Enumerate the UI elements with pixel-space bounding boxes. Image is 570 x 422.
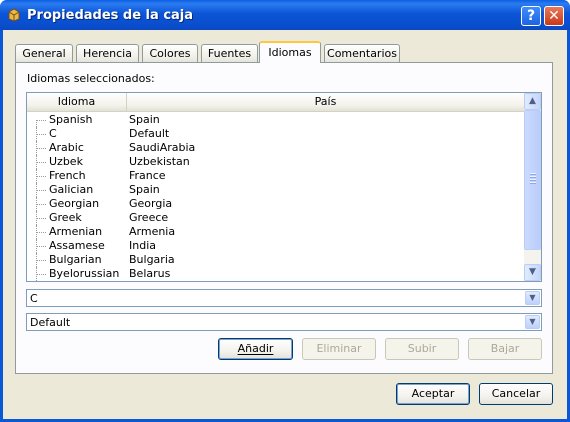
selected-languages-label: Idiomas seleccionados: xyxy=(27,72,155,85)
list-scrollbar[interactable]: ▲ ▼ xyxy=(524,93,541,281)
country-cell: Greece xyxy=(129,211,169,224)
dialog-window: Propiedades de la caja ? ✕ General Heren… xyxy=(0,0,570,422)
list-item[interactable]: Galician Spain xyxy=(27,183,524,197)
list-item[interactable]: Assamese India xyxy=(27,239,524,253)
language-cell: Bulgarian xyxy=(49,253,102,266)
scroll-up-icon[interactable]: ▲ xyxy=(524,93,541,110)
languages-list[interactable]: Idioma País Spanish Spain C Default Arabic… xyxy=(26,92,542,282)
country-combo[interactable]: Default ▼ xyxy=(26,313,542,331)
remove-button-label: Eliminar xyxy=(316,342,362,355)
country-cell: Bulgaria xyxy=(129,253,175,266)
window-title: Propiedades de la caja xyxy=(27,8,194,23)
accept-button[interactable]: Aceptar xyxy=(396,383,470,405)
list-rows: Spanish Spain C Default Arabic SaudiArabia … xyxy=(27,113,524,281)
language-cell: Armenian xyxy=(49,225,103,238)
cancel-button[interactable]: Cancelar xyxy=(479,383,553,405)
language-cell: Spanish xyxy=(49,113,93,126)
language-cell: Georgian xyxy=(49,197,100,210)
language-cell: Galician xyxy=(49,183,94,196)
list-item[interactable]: C Default xyxy=(27,127,524,141)
list-item[interactable]: Arabic SaudiArabia xyxy=(27,141,524,155)
language-cell: French xyxy=(49,169,86,182)
tab-general[interactable]: General xyxy=(15,44,73,62)
dropdown-arrow-icon[interactable]: ▼ xyxy=(525,315,540,329)
move-down-button-label: Bajar xyxy=(490,342,520,355)
list-item[interactable]: Uzbek Uzbekistan xyxy=(27,155,524,169)
scroll-down-icon[interactable]: ▼ xyxy=(524,264,541,281)
list-item[interactable]: Spanish Spain xyxy=(27,113,524,127)
country-cell: Spain xyxy=(129,113,160,126)
dialog-client-area: General Herencia Colores Fuentes Idiomas… xyxy=(3,30,567,419)
scrollbar-thumb[interactable] xyxy=(524,110,541,250)
language-cell: Byelorussian xyxy=(49,267,120,280)
list-header: Idioma País xyxy=(27,93,524,112)
tab-colores[interactable]: Colores xyxy=(142,44,198,62)
language-combo-value: C xyxy=(30,292,38,305)
list-item[interactable]: Armenian Armenia xyxy=(27,225,524,239)
list-item[interactable]: Byelorussian Belarus xyxy=(27,267,524,281)
country-cell: SaudiArabia xyxy=(129,141,196,154)
country-cell: Belarus xyxy=(129,267,171,280)
dropdown-arrow-icon[interactable]: ▼ xyxy=(525,291,540,305)
add-button[interactable]: Añadir xyxy=(218,338,293,360)
country-cell: India xyxy=(129,239,156,252)
country-cell: Spain xyxy=(129,183,160,196)
language-cell: Arabic xyxy=(49,141,84,154)
box-properties-icon xyxy=(8,8,20,22)
move-down-button[interactable]: Bajar xyxy=(468,338,542,360)
list-item[interactable]: French France xyxy=(27,169,524,183)
tab-fuentes[interactable]: Fuentes xyxy=(201,44,258,62)
country-cell: Uzbekistan xyxy=(129,155,190,168)
country-cell: France xyxy=(129,169,166,182)
column-header-language[interactable]: Idioma xyxy=(27,93,127,111)
title-bar[interactable]: Propiedades de la caja ? ✕ xyxy=(0,0,570,30)
tab-idiomas[interactable]: Idiomas xyxy=(259,41,321,63)
help-button[interactable]: ? xyxy=(521,6,541,26)
country-cell: Armenia xyxy=(129,225,176,238)
language-cell: Assamese xyxy=(49,239,105,252)
add-button-label: Añadir xyxy=(237,342,274,355)
remove-button[interactable]: Eliminar xyxy=(302,338,376,360)
language-combo[interactable]: C ▼ xyxy=(26,289,542,307)
country-cell: Georgia xyxy=(129,197,173,210)
list-item[interactable]: Georgian Georgia xyxy=(27,197,524,211)
country-combo-value: Default xyxy=(30,316,71,329)
close-button[interactable]: ✕ xyxy=(544,6,564,26)
country-cell: Default xyxy=(129,127,170,140)
move-up-button-label: Subir xyxy=(407,342,437,355)
tab-comentarios[interactable]: Comentarios xyxy=(324,44,400,62)
move-up-button[interactable]: Subir xyxy=(385,338,459,360)
tab-herencia[interactable]: Herencia xyxy=(76,44,139,62)
list-item[interactable]: Greek Greece xyxy=(27,211,524,225)
list-item[interactable]: Bulgarian Bulgaria xyxy=(27,253,524,267)
column-header-country[interactable]: País xyxy=(127,93,524,111)
language-cell: Greek xyxy=(49,211,82,224)
language-cell: C xyxy=(49,127,57,140)
language-cell: Uzbek xyxy=(49,155,83,168)
idiomas-panel: Idiomas seleccionados: Idioma País Spani… xyxy=(15,62,553,374)
